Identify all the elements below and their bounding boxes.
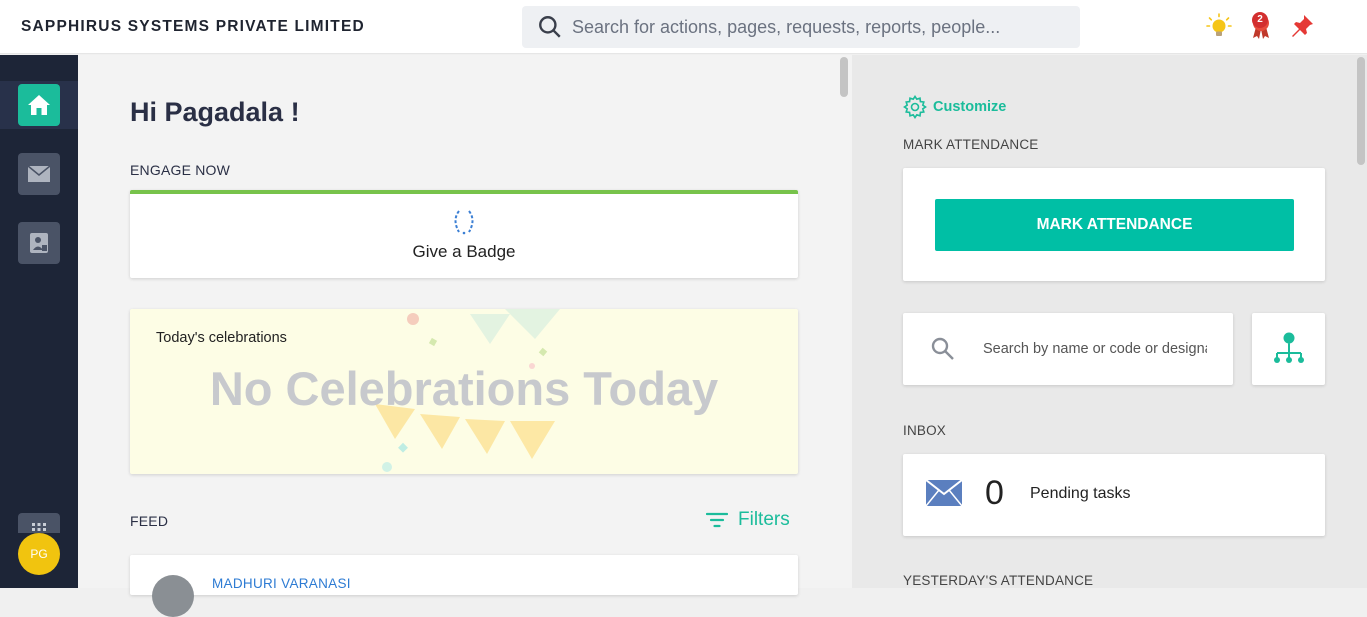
- greeting-title: Hi Pagadala !: [130, 97, 300, 127]
- engage-now-label: ENGAGE NOW: [130, 162, 231, 178]
- pending-task-count: 0: [985, 474, 1004, 512]
- feed-label: FEED: [130, 513, 169, 529]
- give-badge-card[interactable]: Give a Badge: [130, 190, 798, 278]
- filters-button[interactable]: Filters: [706, 509, 790, 531]
- customize-label: Customize: [933, 99, 1007, 115]
- home-icon: [28, 95, 50, 115]
- customize-button[interactable]: Customize: [903, 95, 1006, 119]
- attendance-icon: [30, 233, 48, 253]
- yesterday-attendance-label: YESTERDAY'S ATTENDANCE: [903, 573, 1094, 588]
- mark-attendance-button[interactable]: MARK ATTENDANCE: [935, 199, 1294, 251]
- lightbulb-icon[interactable]: [1206, 13, 1232, 39]
- global-search[interactable]: [522, 6, 1080, 48]
- gear-icon: [903, 95, 927, 119]
- envelope-icon: [27, 165, 51, 182]
- right-panel: Customize MARK ATTENDANCE MARK ATTENDANC…: [852, 55, 1367, 588]
- feed-author-name[interactable]: MADHURI VARANASI: [212, 576, 351, 591]
- no-celebrations-message: No Celebrations Today: [209, 362, 719, 415]
- mark-attendance-card: MARK ATTENDANCE: [903, 168, 1325, 281]
- laurel-badge-icon: [454, 210, 474, 235]
- org-chart-button[interactable]: [1252, 313, 1325, 385]
- sidebar-item-inbox[interactable]: [18, 153, 60, 195]
- celebrations-title: Today's celebrations: [156, 330, 287, 346]
- give-badge-label: Give a Badge: [412, 242, 516, 261]
- org-chart-icon: [1274, 332, 1304, 363]
- search-icon: [931, 337, 954, 360]
- celebrations-card: Today's celebrations No Celebrations Tod…: [130, 309, 798, 474]
- people-search-input[interactable]: [983, 335, 1207, 363]
- main-content: Hi Pagadala ! ENGAGE NOW Give a Badge To…: [78, 55, 852, 617]
- people-search-card: [903, 313, 1233, 385]
- notification-count-badge: 2: [1252, 12, 1268, 28]
- filters-label: Filters: [738, 509, 790, 530]
- sidebar-item-home[interactable]: [18, 84, 60, 126]
- search-icon: [539, 16, 561, 38]
- user-avatar[interactable]: PG: [18, 533, 60, 575]
- feed-author-avatar[interactable]: [152, 575, 194, 617]
- envelope-icon: [926, 480, 962, 506]
- top-bar: SAPPHIRUS SYSTEMS PRIVATE LIMITED 2: [0, 0, 1367, 54]
- sidebar-item-attendance[interactable]: [18, 222, 60, 264]
- apps-grid-icon[interactable]: [18, 513, 60, 533]
- feed-post-card[interactable]: MADHURI VARANASI: [130, 555, 798, 617]
- company-name[interactable]: SAPPHIRUS SYSTEMS PRIVATE LIMITED: [21, 18, 365, 36]
- inbox-card[interactable]: 0 Pending tasks: [903, 454, 1325, 536]
- right-panel-scrollbar[interactable]: [1357, 57, 1365, 165]
- pushpin-icon[interactable]: [1289, 13, 1315, 39]
- global-search-input[interactable]: [572, 12, 1067, 42]
- inbox-label: INBOX: [903, 423, 947, 438]
- mark-attendance-label: MARK ATTENDANCE: [903, 137, 1039, 152]
- filter-icon: [706, 512, 728, 528]
- main-scrollbar[interactable]: [840, 57, 848, 97]
- left-sidebar: PG: [0, 55, 78, 588]
- pending-tasks-label: Pending tasks: [1030, 485, 1131, 502]
